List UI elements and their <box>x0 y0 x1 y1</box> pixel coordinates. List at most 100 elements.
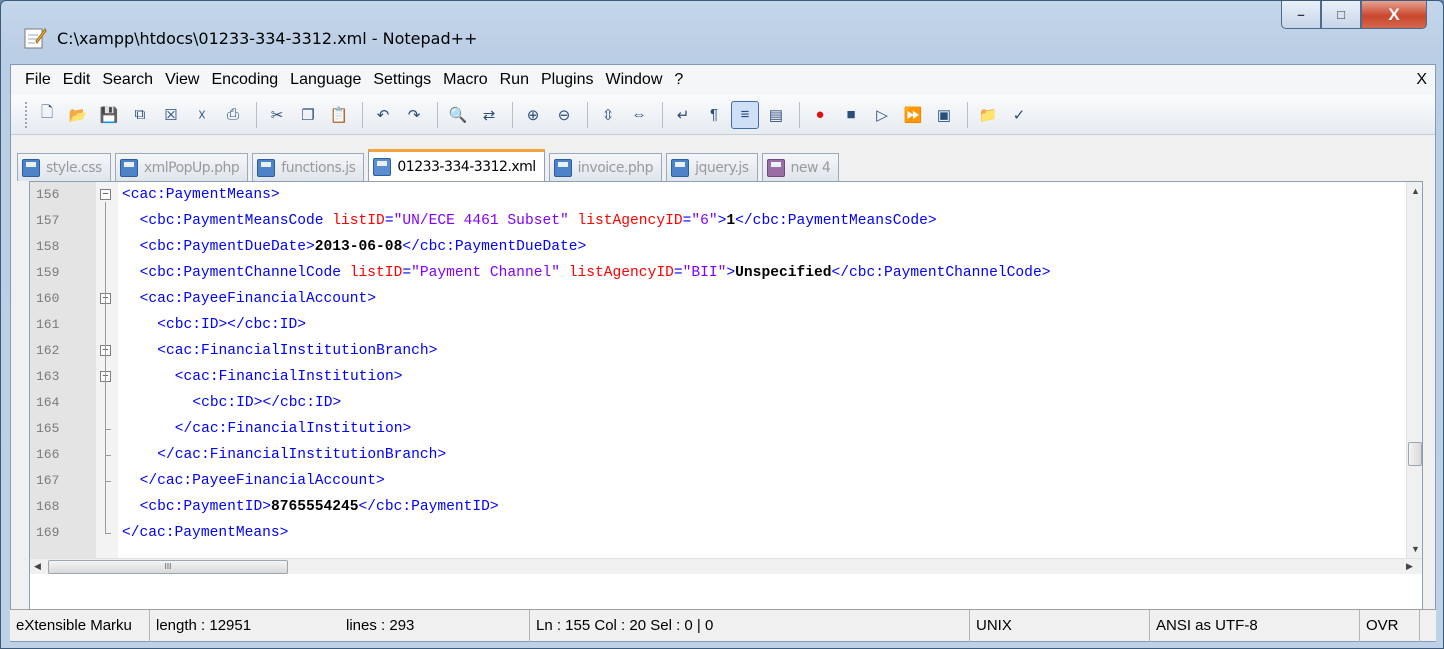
run-macro-multiple-icon[interactable]: ⏩ <box>899 101 927 129</box>
code-line[interactable]: <cbc:PaymentMeansCode listID="UN/ECE 446… <box>140 208 937 234</box>
window-controls: – □ X <box>1281 1 1427 29</box>
code-line[interactable]: <cac:FinancialInstitutionBranch> <box>157 338 437 364</box>
line-number: 156 <box>36 187 60 202</box>
minimize-button[interactable]: – <box>1281 1 1321 29</box>
doc-map-icon[interactable]: ▤ <box>762 101 790 129</box>
close-document-button[interactable]: X <box>1416 71 1427 89</box>
menu-window[interactable]: Window <box>599 71 668 89</box>
spell-check-icon[interactable]: ✓ <box>1005 101 1033 129</box>
horizontal-scrollbar[interactable]: ◀ III ▶ <box>30 558 1422 574</box>
menu-run[interactable]: Run <box>494 71 535 89</box>
find-icon[interactable]: 🔍 <box>444 101 472 129</box>
code-line[interactable]: </cac:FinancialInstitutionBranch> <box>157 442 446 468</box>
replace-icon[interactable]: ⇄ <box>475 101 503 129</box>
tab-label: xmlPopUp.php <box>143 159 240 176</box>
code-line[interactable]: <cbc:PaymentDueDate>2013-06-08</cbc:Paym… <box>140 234 587 260</box>
tab-01233-334-3312-xml[interactable]: 01233-334-3312.xml <box>368 149 545 181</box>
menu-help[interactable]: ? <box>668 71 689 89</box>
code-line[interactable]: <cbc:PaymentID>8765554245</cbc:PaymentID… <box>140 494 499 520</box>
redo-icon[interactable]: ↷ <box>400 101 428 129</box>
xml-text: Unspecified <box>735 265 832 281</box>
line-number: 161 <box>36 317 60 332</box>
menu-encoding[interactable]: Encoding <box>205 71 284 89</box>
copy-icon[interactable]: ❐ <box>294 101 322 129</box>
tab-jquery-js[interactable]: jquery.js <box>666 153 758 181</box>
code-line[interactable]: <cbc:ID></cbc:ID> <box>157 312 306 338</box>
menu-language[interactable]: Language <box>284 71 367 89</box>
sync-horizontal-icon[interactable]: ⇔ <box>625 101 653 129</box>
vertical-scroll-thumb[interactable] <box>1408 442 1422 466</box>
menu-macro[interactable]: Macro <box>437 71 493 89</box>
fold-guide <box>105 202 106 533</box>
save-all-icon[interactable]: ⧉ <box>126 101 154 129</box>
code-line[interactable]: </cac:FinancialInstitution> <box>175 416 411 442</box>
editor-pane[interactable]: 156 157 158 159 160 161 162 163 164 165 166 167 168 1… <box>29 181 1423 611</box>
status-position: Ln : 155 Col : 20 Sel : 0 | 0 <box>530 610 970 642</box>
zoom-out-icon[interactable]: ⊖ <box>550 101 578 129</box>
cut-icon[interactable]: ✂ <box>263 101 291 129</box>
save-icon[interactable]: 💾 <box>95 101 123 129</box>
code-area[interactable]: <cac:PaymentMeans> <cbc:PaymentMeansCode … <box>118 182 1408 558</box>
xml-tag: > <box>726 265 736 281</box>
save-macro-icon[interactable]: ▣ <box>930 101 958 129</box>
folder-icon[interactable]: 📁 <box>974 101 1002 129</box>
paste-icon[interactable]: 📋 <box>325 101 353 129</box>
status-encoding: ANSI as UTF-8 <box>1150 610 1360 642</box>
xml-text: 8765554245 <box>270 499 359 515</box>
undo-icon[interactable]: ↶ <box>369 101 397 129</box>
fold-end-marker <box>105 429 111 430</box>
menu-search[interactable]: Search <box>96 71 159 89</box>
sync-vertical-icon[interactable]: ⇳ <box>594 101 622 129</box>
toolbar-grip[interactable] <box>25 101 29 128</box>
code-line[interactable]: </cac:PaymentMeans> <box>122 520 288 546</box>
close-window-button[interactable]: X <box>1361 1 1427 29</box>
close-icon[interactable]: ☒ <box>157 101 185 129</box>
tab-style-css[interactable]: style.css <box>17 153 111 181</box>
print-icon[interactable]: ⎙ <box>219 101 247 129</box>
open-file-icon[interactable]: 📂 <box>64 101 92 129</box>
scroll-down-icon[interactable]: ▼ <box>1411 544 1420 554</box>
menu-view[interactable]: View <box>159 71 205 89</box>
toolbar-separator <box>512 101 513 128</box>
code-line[interactable]: <cac:PayeeFinancialAccount> <box>140 286 376 312</box>
xml-tag <box>560 265 569 281</box>
close-all-icon[interactable]: ☓ <box>188 101 216 129</box>
scroll-right-icon[interactable]: ▶ <box>1406 561 1413 572</box>
fold-toggle-icon[interactable]: − <box>100 189 111 200</box>
xml-tag: </cbc:PaymentChannelCode> <box>831 265 1051 281</box>
menu-settings[interactable]: Settings <box>367 71 437 89</box>
code-line[interactable]: <cac:PaymentMeans> <box>122 182 280 208</box>
xml-tag: = <box>384 213 394 229</box>
tab-invoice-php[interactable]: invoice.php <box>548 153 663 181</box>
menu-plugins[interactable]: Plugins <box>535 71 599 89</box>
menu-edit[interactable]: Edit <box>57 71 97 89</box>
vertical-scrollbar[interactable]: ▲ ▼ <box>1406 182 1422 558</box>
new-file-icon[interactable]: 🗋 <box>33 101 61 129</box>
tab-xmlpopup-php[interactable]: xmlPopUp.php <box>114 153 249 181</box>
stop-macro-icon[interactable]: ■ <box>837 101 865 129</box>
code-line[interactable]: <cbc:ID></cbc:ID> <box>192 390 341 416</box>
code-line[interactable]: <cac:FinancialInstitution> <box>175 364 403 390</box>
title-bar[interactable]: C:\xampp\htdocs\01233-334-3312.xml - Not… <box>1 1 1443 63</box>
xml-val: "UN/ECE 4461 Subset" <box>393 213 569 229</box>
zoom-in-icon[interactable]: ⊕ <box>519 101 547 129</box>
tab-functions-js[interactable]: functions.js <box>252 153 365 181</box>
menu-file[interactable]: File <box>11 71 57 89</box>
word-wrap-icon[interactable]: ↵ <box>669 101 697 129</box>
tab-new-4[interactable]: new 4 <box>761 153 840 181</box>
show-all-chars-icon[interactable]: ¶ <box>700 101 728 129</box>
code-line[interactable]: </cac:PayeeFinancialAccount> <box>140 468 385 494</box>
fold-margin[interactable]: −−−− <box>96 182 118 558</box>
horizontal-scroll-thumb[interactable]: III <box>48 560 288 574</box>
maximize-button[interactable]: □ <box>1321 1 1361 29</box>
toolbar: 🗋 📂 💾 ⧉ ☒ ☓ ⎙ ✂ ❐ 📋 ↶ ↷ 🔍 ⇄ ⊕ ⊖ ⇳ ⇔ ↵ ¶ ≡ ▤ ● ■ ▷ ⏩ ▣ 📁 ✓ <box>11 95 1435 135</box>
code-line[interactable]: <cbc:PaymentChannelCode listID="Payment … <box>140 260 1051 286</box>
scroll-left-icon[interactable]: ◀ <box>34 561 41 572</box>
play-macro-icon[interactable]: ▷ <box>868 101 896 129</box>
indent-guide-icon[interactable]: ≡ <box>731 100 759 129</box>
record-macro-icon[interactable]: ● <box>806 101 834 129</box>
scroll-up-icon[interactable]: ▲ <box>1411 186 1420 196</box>
xml-tag: <cbc:ID></cbc:ID> <box>192 395 342 411</box>
line-number: 164 <box>36 395 60 410</box>
xml-tag: = <box>402 265 412 281</box>
